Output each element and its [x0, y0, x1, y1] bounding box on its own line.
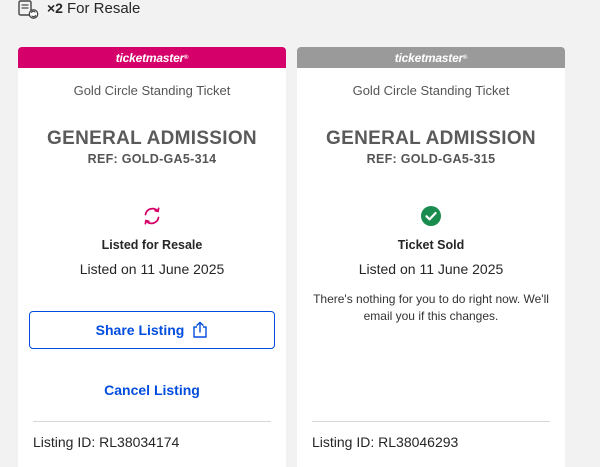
resale-header: ×2 For Resale	[0, 0, 600, 22]
ticket-type: Gold Circle Standing Ticket	[73, 83, 231, 98]
status-note: There's nothing for you to do right now.…	[313, 292, 549, 323]
ticket-reference: REF: GOLD-GA5-314	[87, 152, 217, 166]
ticket-card: ticketmaster ® Gold Circle Standing Ticke…	[18, 47, 286, 467]
ticket-card: ticketmaster ® Gold Circle Standing Ticke…	[297, 47, 565, 467]
listing-id: Listing ID: RL38034174	[33, 434, 180, 450]
ticket-reference: REF: GOLD-GA5-315	[366, 152, 496, 166]
cancel-listing-link[interactable]: Cancel Listing	[18, 382, 286, 398]
ticket-count: ×2	[47, 0, 63, 16]
listing-id: Listing ID: RL38046293	[312, 434, 459, 450]
brand-logo-text: ticketmaster	[115, 50, 185, 65]
ticket-status: Ticket Sold	[397, 238, 465, 252]
divider	[312, 421, 550, 422]
resale-title: For Resale	[67, 0, 141, 17]
divider	[33, 421, 271, 422]
admission-type: GENERAL ADMISSION	[47, 128, 257, 149]
ticketmaster-brand-bar: ticketmaster ®	[18, 47, 286, 68]
share-listing-button[interactable]: Share Listing	[29, 311, 275, 349]
listed-date: Listed on 11 June 2025	[358, 261, 504, 277]
admission-type: GENERAL ADMISSION	[326, 128, 536, 149]
share-listing-label: Share Listing	[95, 322, 185, 338]
brand-logo-text: ticketmaster	[394, 50, 464, 65]
listing-status: Listed for Resale	[101, 238, 203, 252]
ticketmaster-brand-bar: ticketmaster ®	[297, 47, 565, 68]
check-circle-icon	[421, 206, 441, 226]
resale-arrows-icon	[144, 207, 160, 225]
listed-date: Listed on 11 June 2025	[79, 261, 225, 277]
share-icon	[193, 321, 208, 338]
tickets-icon	[18, 0, 39, 19]
ticket-type: Gold Circle Standing Ticket	[352, 83, 510, 98]
